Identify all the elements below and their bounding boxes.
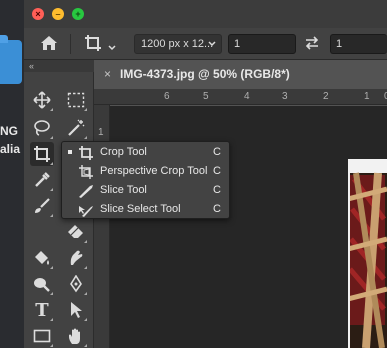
lasso-tool[interactable] <box>30 116 54 140</box>
tool-group-indicator <box>84 108 87 111</box>
title-bar: × – + <box>24 0 387 28</box>
menu-item-crop-tool[interactable]: Crop Tool C <box>62 143 229 162</box>
crop-tool[interactable] <box>30 142 54 166</box>
menu-item-shortcut: C <box>213 203 221 215</box>
path-selection-tool[interactable] <box>64 298 88 322</box>
tool-group-indicator <box>50 136 53 139</box>
menu-item-shortcut: C <box>213 146 221 158</box>
perspective-crop-icon <box>78 164 94 180</box>
paint-bucket-tool[interactable] <box>30 246 54 270</box>
tool-group-indicator <box>50 318 53 321</box>
menu-item-slice-select-tool[interactable]: Slice Select Tool C <box>62 200 229 219</box>
desktop-label-line-1: NG <box>0 124 18 138</box>
zoom-window-button[interactable]: + <box>72 8 84 20</box>
collapse-panel-button[interactable]: « <box>24 60 94 72</box>
minimize-window-button[interactable]: – <box>52 8 64 20</box>
slice-icon <box>78 183 94 199</box>
eyedropper-icon <box>33 171 51 189</box>
menu-item-slice-tool[interactable]: Slice Tool C <box>62 181 229 200</box>
document-tab-bar: × IMG-4373.jpg @ 50% (RGB/8*) <box>94 60 387 88</box>
menu-item-label: Slice Select Tool <box>100 203 181 215</box>
folder-icon[interactable] <box>0 35 22 84</box>
type-tool[interactable]: T <box>30 298 54 322</box>
tool-group-indicator <box>84 344 87 347</box>
arrow-cursor-icon <box>69 301 83 319</box>
tool-group-indicator <box>50 108 53 111</box>
hand-tool[interactable] <box>64 324 88 348</box>
marquee-tool[interactable] <box>64 88 88 112</box>
dodge-tool[interactable] <box>30 272 54 296</box>
menu-item-label: Crop Tool <box>100 146 147 158</box>
tool-group-indicator <box>84 266 87 269</box>
move-icon <box>33 91 51 109</box>
ruler-tick-label: 5 <box>203 91 209 102</box>
ruler-tick-label: 1 <box>364 91 370 102</box>
options-bar: 1200 px x 12... 1 1 <box>24 28 387 60</box>
dodge-icon <box>33 275 51 293</box>
menu-item-shortcut: C <box>213 165 221 177</box>
ruler-tick-label: 3 <box>282 91 288 102</box>
crop-height-input[interactable]: 1 <box>330 34 387 54</box>
horizontal-ruler[interactable]: 6 5 4 3 2 1 0 <box>94 89 387 105</box>
tool-group-indicator <box>50 162 53 165</box>
tool-group-indicator <box>50 214 53 217</box>
menu-item-shortcut: C <box>213 184 221 196</box>
document-tab[interactable]: × IMG-4373.jpg @ 50% (RGB/8*) <box>94 60 387 88</box>
menu-item-label: Perspective Crop Tool <box>100 165 208 177</box>
tool-group-indicator <box>50 266 53 269</box>
menu-item-label: Slice Tool <box>100 184 147 196</box>
crop-icon <box>78 145 94 161</box>
ruler-tick-label: 6 <box>164 91 170 102</box>
tool-group-indicator <box>50 188 53 191</box>
crop-width-input[interactable]: 1 <box>228 34 296 54</box>
paint-bucket-icon <box>33 249 51 267</box>
chevron-down-icon <box>208 35 216 59</box>
crop-icon <box>33 145 51 163</box>
tool-group-indicator <box>84 318 87 321</box>
eraser-tool[interactable] <box>64 220 88 244</box>
document-tab-title: IMG-4373.jpg @ 50% (RGB/8*) <box>120 67 290 81</box>
brush-icon <box>33 197 51 215</box>
smudge-icon <box>67 249 85 267</box>
eraser-icon <box>67 224 85 240</box>
ruler-tick-label: 1 <box>98 127 104 138</box>
desktop-label-line-2: alia <box>0 142 21 156</box>
ruler-tick-label: 4 <box>244 91 250 102</box>
magic-wand-tool[interactable] <box>64 116 88 140</box>
tool-group-indicator <box>84 292 87 295</box>
lasso-icon <box>33 119 51 137</box>
chevron-down-icon[interactable] <box>108 38 116 56</box>
brush-tool[interactable] <box>30 194 54 218</box>
tool-group-indicator <box>50 292 53 295</box>
magic-wand-icon <box>67 119 85 137</box>
divider <box>70 34 71 54</box>
close-tab-button[interactable]: × <box>104 67 111 81</box>
tool-group-indicator <box>84 136 87 139</box>
document-image[interactable] <box>348 159 387 348</box>
slice-select-icon <box>78 202 94 218</box>
eyedropper-tool[interactable] <box>30 168 54 192</box>
close-window-button[interactable]: × <box>32 8 44 20</box>
home-icon[interactable] <box>40 35 58 56</box>
desktop-background: NG alia <box>0 0 24 348</box>
swap-arrows-icon[interactable] <box>304 36 320 55</box>
crop-icon[interactable] <box>84 34 102 57</box>
ruler-tick-label: 2 <box>323 91 329 102</box>
menu-item-perspective-crop-tool[interactable]: Perspective Crop Tool C <box>62 162 229 181</box>
move-tool[interactable] <box>30 88 54 112</box>
ratio-preset-value: 1200 px x 12... <box>141 38 214 50</box>
selected-indicator <box>68 150 72 154</box>
crop-tool-flyout-menu: Crop Tool C Perspective Crop Tool C Slic… <box>61 141 230 219</box>
rect-marquee-icon <box>67 92 85 108</box>
hand-icon <box>67 327 85 345</box>
ratio-preset-select[interactable]: 1200 px x 12... <box>134 34 222 54</box>
pen-tool[interactable] <box>64 272 88 296</box>
pen-icon <box>67 275 85 293</box>
rectangle-tool[interactable] <box>30 324 54 348</box>
tool-group-indicator <box>50 344 53 347</box>
smudge-tool[interactable] <box>64 246 88 270</box>
type-icon: T <box>35 299 49 321</box>
tool-group-indicator <box>84 240 87 243</box>
rectangle-icon <box>33 329 51 343</box>
